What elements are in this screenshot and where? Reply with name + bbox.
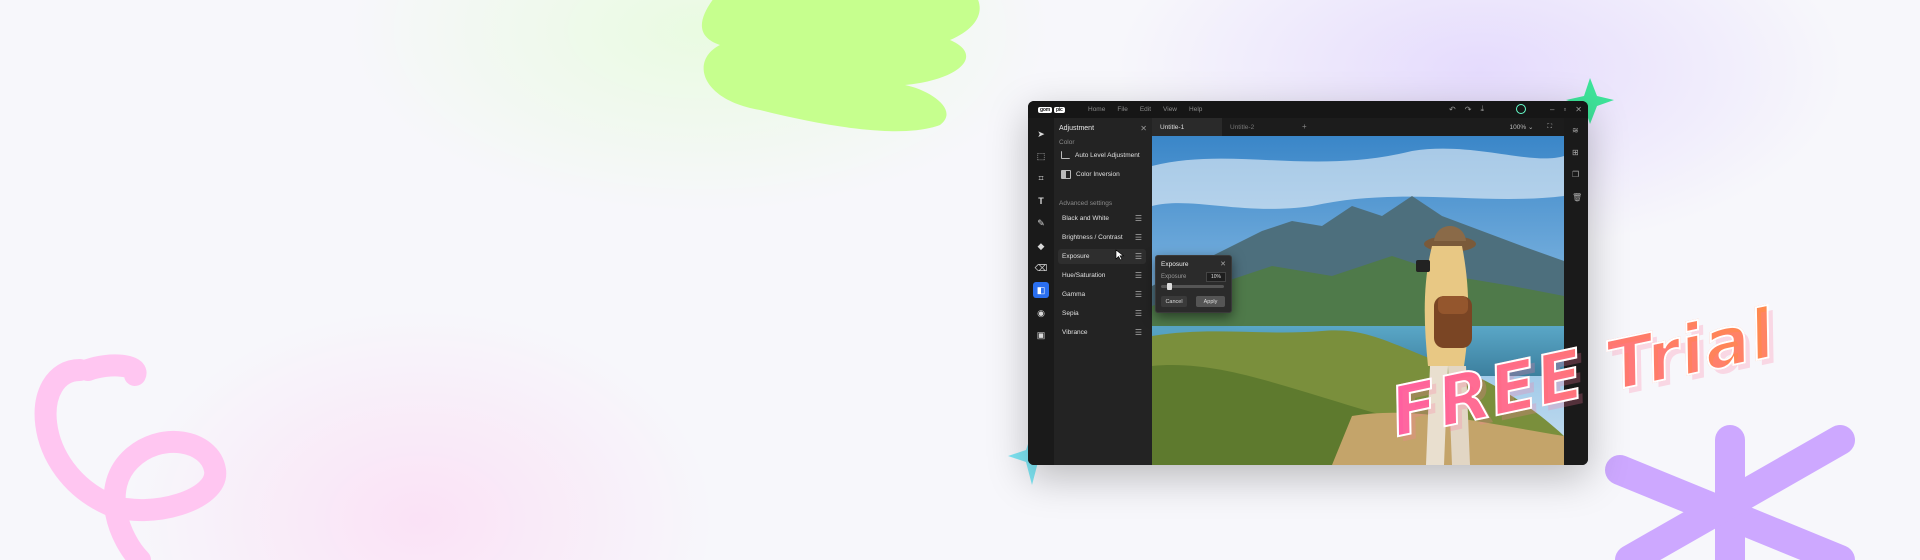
exposure-value-input[interactable]: 10% (1206, 272, 1226, 282)
color-section-label: Color (1059, 139, 1075, 146)
mouse-cursor-icon (1115, 249, 1125, 261)
text-icon[interactable]: T (1033, 193, 1049, 209)
menu-home[interactable]: Home (1088, 106, 1105, 113)
adv-item-vibrance[interactable]: Vibrance ☰ (1058, 325, 1146, 340)
document-tabs: Untitle-1 Untitle-2 + 100% ⌄ ⛶ (1152, 118, 1564, 136)
tool-bar: ➤ ⬚ ⌗ T ✎ ◆ ⌫ ◧ ◉ ▣ (1028, 118, 1054, 465)
adv-item-gamma[interactable]: Gamma ☰ (1058, 287, 1146, 302)
menu-help[interactable]: Help (1189, 106, 1202, 113)
image-edit-icon[interactable]: ▣ (1033, 327, 1049, 343)
sliders-icon[interactable]: ☰ (1135, 309, 1142, 318)
download-icon[interactable]: ⤓ (1480, 104, 1484, 114)
sticker-icon[interactable]: ◉ (1033, 305, 1049, 321)
menu-edit[interactable]: Edit (1140, 106, 1151, 113)
inversion-icon (1061, 170, 1071, 179)
auto-level-option[interactable]: Auto Level Adjustment (1061, 151, 1140, 159)
sliders-icon[interactable]: ☰ (1135, 328, 1142, 337)
sliders-icon[interactable]: ☰ (1135, 214, 1142, 223)
pointer-icon[interactable]: ➤ (1033, 126, 1049, 142)
redo-icon[interactable]: ↷ (1465, 105, 1472, 114)
delete-icon[interactable]: 🗑 (1572, 193, 1582, 202)
title-actions: ↶ ↷ ⤓ – ▫ ✕ (1449, 104, 1582, 114)
tab-untitle-1[interactable]: Untitle-1 (1152, 118, 1222, 136)
zoom-level[interactable]: 100% (1510, 124, 1527, 131)
close-icon[interactable]: ✕ (1140, 124, 1147, 133)
zoom-control[interactable]: 100% ⌄ ⛶ (1510, 123, 1552, 131)
menu-bar: Home File Edit View Help (1088, 106, 1202, 113)
exposure-slider-thumb[interactable] (1166, 283, 1172, 290)
title-bar: gom pic Home File Edit View Help ↶ ↷ ⤓ – … (1028, 101, 1588, 118)
add-tab-button[interactable]: + (1302, 122, 1307, 131)
sliders-icon[interactable]: ☰ (1135, 271, 1142, 280)
adv-item-brightness-contrast[interactable]: Brightness / Contrast ☰ (1058, 230, 1146, 245)
adv-item-sepia[interactable]: Sepia ☰ (1058, 306, 1146, 321)
minimize-icon[interactable]: – (1550, 105, 1554, 114)
chevron-down-icon[interactable]: ⌄ (1528, 124, 1533, 131)
sliders-icon[interactable]: ☰ (1135, 233, 1142, 242)
maximize-icon[interactable]: ▫ (1563, 105, 1566, 114)
sliders-icon[interactable]: ☰ (1135, 252, 1142, 261)
undo-icon[interactable]: ↶ (1449, 105, 1456, 114)
exposure-dialog: Exposure ✕ Exposure 10% Cancel Apply (1155, 255, 1232, 313)
app-logo: gom pic (1038, 107, 1065, 113)
close-icon[interactable]: ✕ (1220, 260, 1226, 268)
brush-icon[interactable]: ✎ (1033, 215, 1049, 231)
account-icon[interactable] (1516, 104, 1526, 114)
dialog-title: Exposure (1161, 261, 1189, 268)
histogram-icon (1061, 151, 1070, 159)
crop-icon[interactable]: ⌗ (1033, 170, 1049, 186)
exposure-slider[interactable] (1161, 283, 1224, 290)
select-icon[interactable]: ⬚ (1033, 148, 1049, 164)
panel-title: Adjustment (1059, 125, 1095, 132)
exposure-label: Exposure (1161, 274, 1187, 280)
adjustment-icon[interactable]: ◧ (1033, 282, 1049, 298)
eraser-icon[interactable]: ⌫ (1033, 260, 1049, 276)
adv-item-black-and-white[interactable]: Black and White ☰ (1058, 211, 1146, 226)
adv-item-hue-saturation[interactable]: Hue/Saturation ☰ (1058, 268, 1146, 283)
color-inversion-option[interactable]: Color Inversion (1061, 170, 1120, 179)
tab-untitle-2[interactable]: Untitle-2 (1222, 118, 1292, 136)
duplicate-icon[interactable]: ❐ (1572, 170, 1579, 179)
layers-icon[interactable]: ≋ (1572, 126, 1579, 135)
green-blob-decoration (34, 0, 1855, 560)
adv-item-exposure[interactable]: Exposure ☰ (1058, 249, 1146, 264)
apply-button[interactable]: Apply (1196, 296, 1225, 307)
add-layer-icon[interactable]: ⊞ (1572, 148, 1579, 157)
adjustment-panel: Adjustment ✕ Color Auto Level Adjustment… (1054, 118, 1152, 465)
cancel-button[interactable]: Cancel (1161, 296, 1187, 307)
fullscreen-icon[interactable]: ⛶ (1547, 123, 1552, 131)
sliders-icon[interactable]: ☰ (1135, 290, 1142, 299)
fill-icon[interactable]: ◆ (1033, 238, 1049, 254)
close-window-icon[interactable]: ✕ (1575, 105, 1582, 114)
menu-view[interactable]: View (1163, 106, 1177, 113)
advanced-section-label: Advanced settings (1059, 200, 1113, 207)
menu-file[interactable]: File (1117, 106, 1127, 113)
